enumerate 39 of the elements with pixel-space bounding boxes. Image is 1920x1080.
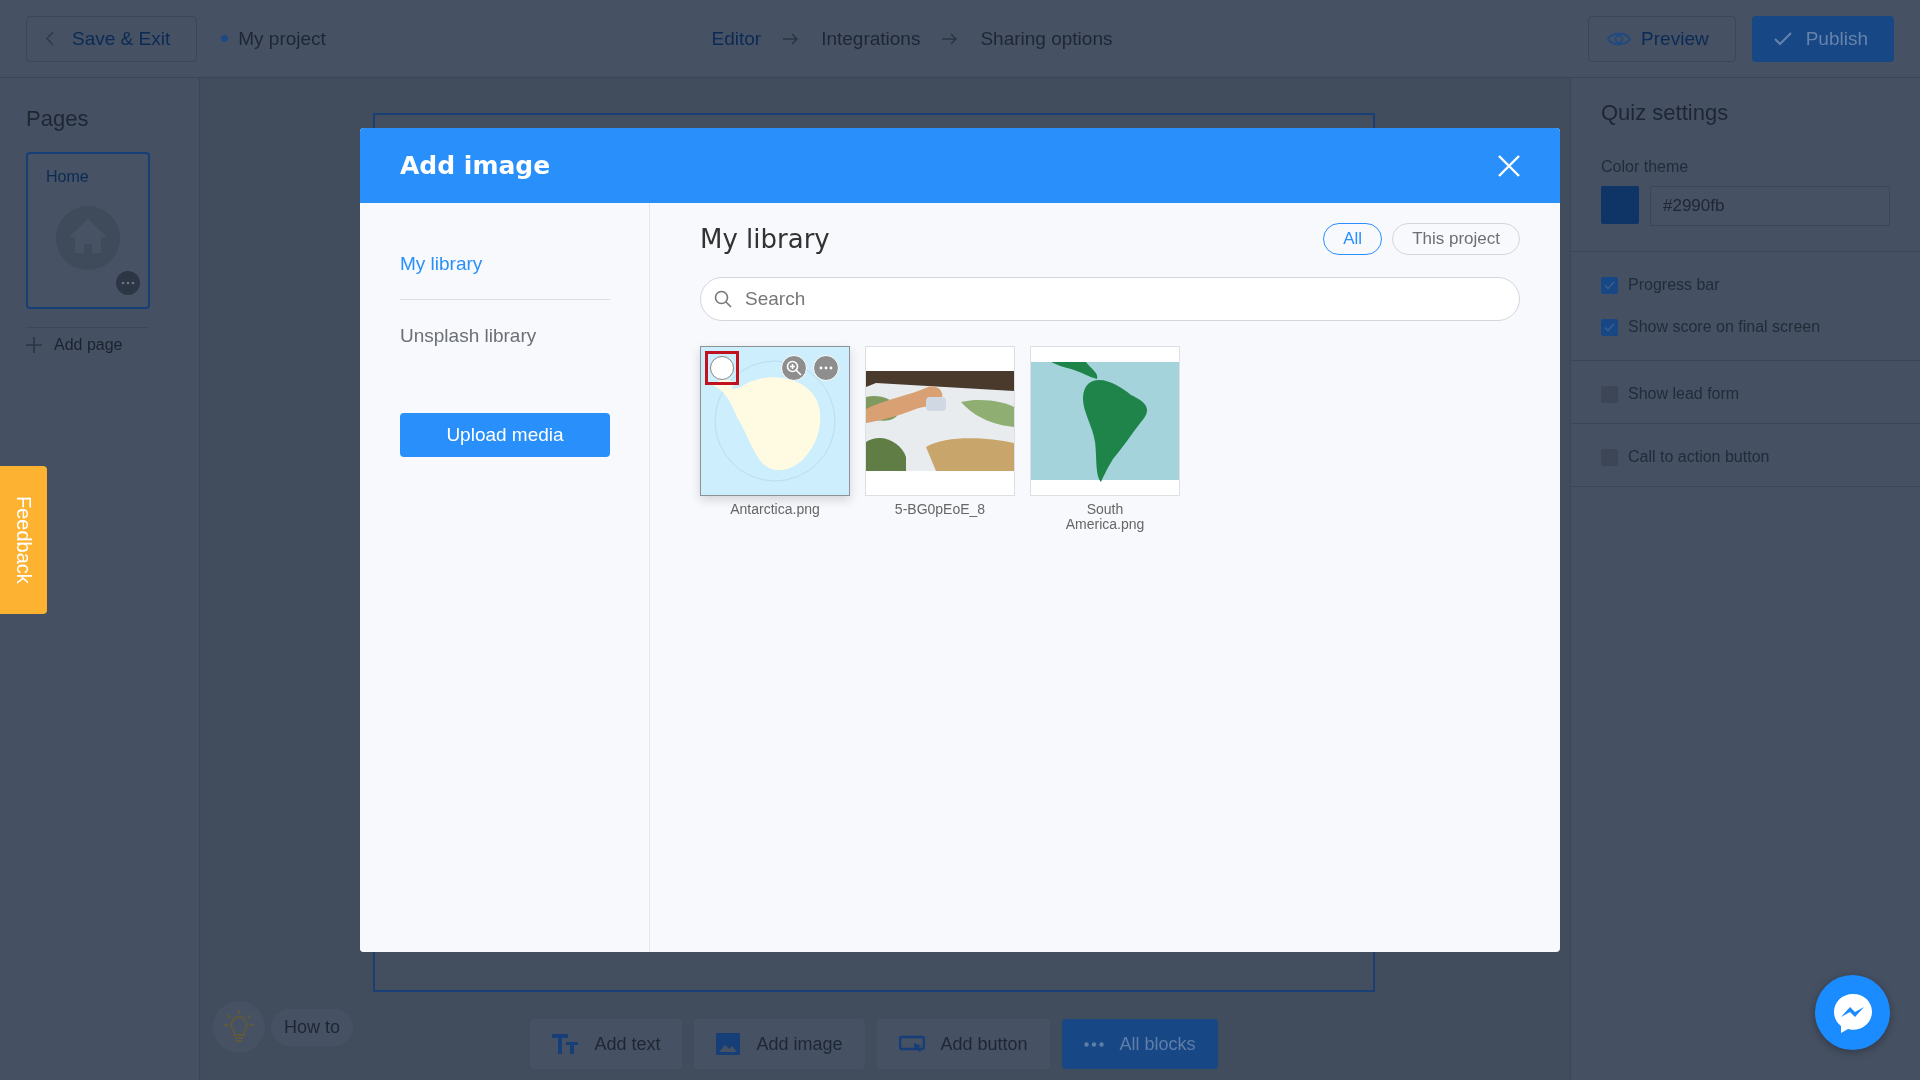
eye-icon: [1607, 30, 1632, 47]
more-icon: [1083, 1041, 1104, 1047]
check-icon: [1773, 31, 1792, 46]
save-exit-button[interactable]: Save & Exit: [26, 15, 198, 62]
plus-icon: [26, 337, 42, 353]
more-icon[interactable]: [116, 271, 140, 295]
search-field[interactable]: Search: [700, 277, 1520, 321]
page-card[interactable]: Home: [26, 152, 150, 309]
section-heading: My library: [700, 224, 830, 254]
filter-chip[interactable]: All: [1323, 223, 1383, 255]
dialog-title: Add image: [400, 151, 551, 180]
button-icon: [898, 1035, 925, 1053]
image-icon: [716, 1033, 741, 1055]
file-name: South America.png: [1064, 502, 1146, 532]
publish-button[interactable]: Publish: [1751, 15, 1894, 62]
chevron-left-icon: [45, 31, 54, 46]
checkbox[interactable]: [1601, 318, 1618, 336]
feedback-tab[interactable]: Feedback: [0, 466, 47, 614]
arrow-right-icon: [942, 32, 959, 45]
select-checkbox[interactable]: [705, 351, 739, 385]
upload-button[interactable]: Upload media: [400, 413, 610, 457]
color-swatch[interactable]: [1601, 186, 1639, 224]
search-icon: [714, 290, 732, 308]
nav-item[interactable]: Unsplash library: [400, 325, 537, 347]
page-label: Home: [46, 168, 89, 185]
file-name: 5-BG0pEoE_8: [893, 502, 987, 517]
close-icon[interactable]: [1498, 154, 1520, 177]
check-icon: [1604, 280, 1615, 290]
nav-item[interactable]: My library: [400, 253, 483, 275]
filter-chip[interactable]: This project: [1392, 223, 1520, 255]
text-icon: [552, 1034, 579, 1054]
file-name: Antarctica.png: [729, 502, 821, 517]
preview-button[interactable]: Preview: [1588, 15, 1736, 62]
check-icon: [1604, 322, 1615, 332]
status-dot: [221, 35, 229, 42]
add-block-button[interactable]: All blocks: [1061, 1019, 1218, 1069]
arrow-right-icon: [783, 32, 800, 45]
step-tab[interactable]: Editor: [711, 27, 762, 50]
checkbox[interactable]: [1601, 276, 1618, 294]
